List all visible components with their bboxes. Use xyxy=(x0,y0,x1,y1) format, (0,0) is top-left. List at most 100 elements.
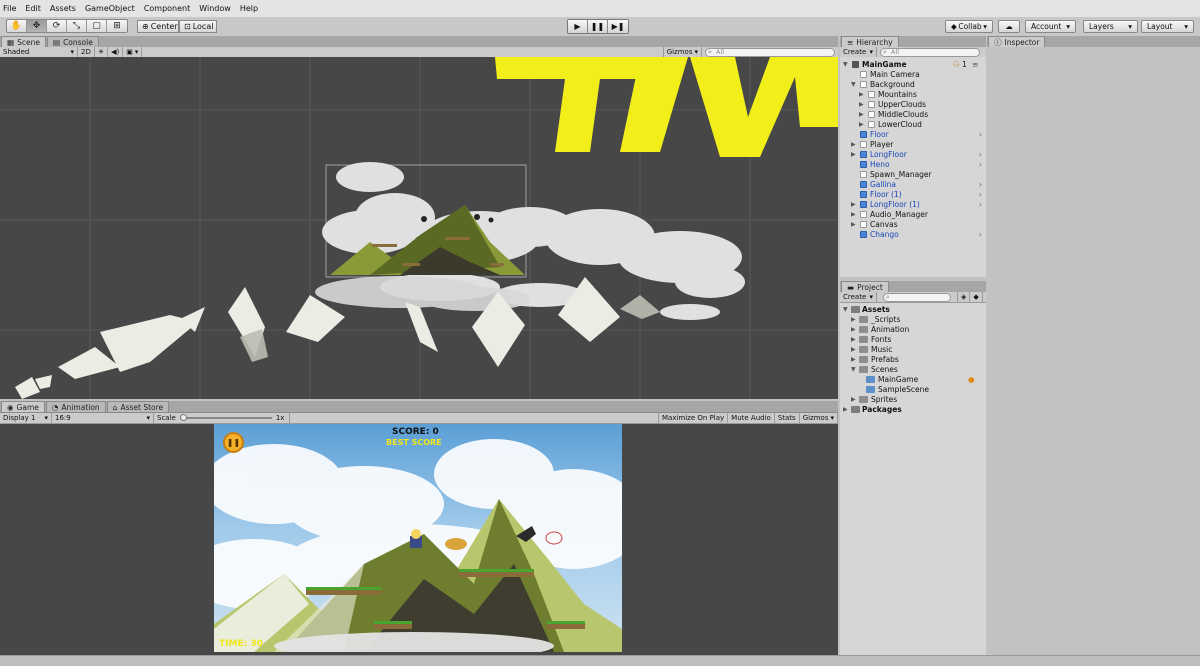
expand-arrow-icon[interactable]: ▶ xyxy=(851,141,856,148)
chevron-right-icon[interactable]: › xyxy=(979,200,982,209)
collab-button[interactable]: ◆ Collab ▾ xyxy=(945,20,993,33)
expand-arrow-icon[interactable]: ▼ xyxy=(843,306,848,313)
filter-label-button[interactable]: ◆ xyxy=(970,292,983,302)
expand-arrow-icon[interactable]: ▼ xyxy=(851,366,856,373)
rect-tool-icon[interactable]: ▢ xyxy=(87,20,107,32)
expand-arrow-icon[interactable]: ▶ xyxy=(851,396,856,403)
pause-icon[interactable]: ❚❚ xyxy=(588,20,608,33)
audio-toggle[interactable]: ◀) xyxy=(108,47,124,57)
scale-slider-handle[interactable] xyxy=(179,414,187,421)
tab-console[interactable]: ▤ Console xyxy=(46,36,99,47)
rotate-icon[interactable]: ⟳ xyxy=(47,20,67,32)
tab-asset-store[interactable]: ⌂ Asset Store xyxy=(106,401,170,412)
expand-arrow-icon[interactable]: ▶ xyxy=(851,356,856,363)
aspect-dropdown[interactable]: 16:9 ▾ xyxy=(52,413,154,423)
hand-icon[interactable]: ✋ xyxy=(7,20,27,32)
project-create-button[interactable]: Create ▾ xyxy=(840,292,877,302)
expand-arrow-icon[interactable]: ▶ xyxy=(851,336,856,343)
hierarchy-item[interactable]: ▶ Audio_Manager xyxy=(840,209,986,219)
chevron-right-icon[interactable]: › xyxy=(979,130,982,139)
project-root-assets[interactable]: ▼ Assets xyxy=(840,305,986,315)
project-item[interactable]: ▶ Fonts xyxy=(840,335,986,345)
shading-dropdown[interactable]: Shaded ▾ xyxy=(0,47,78,57)
chevron-right-icon[interactable]: › xyxy=(979,150,982,159)
cloud-button[interactable]: ☁ xyxy=(998,20,1020,33)
expand-arrow-icon[interactable]: ▶ xyxy=(859,101,864,108)
scale-slider[interactable] xyxy=(179,414,272,421)
game-viewport[interactable]: ❚❚ SCORE: 0 BEST SCORE TIME: 30 xyxy=(214,424,622,652)
layout-button[interactable]: Layout ▾ xyxy=(1141,20,1194,33)
pivot-local-button[interactable]: ⊡ Local xyxy=(179,20,217,33)
expand-arrow-icon[interactable]: ▶ xyxy=(851,316,856,323)
expand-arrow-icon[interactable]: ▶ xyxy=(851,346,856,353)
project-item[interactable]: SampleScene xyxy=(840,385,986,395)
expand-arrow-icon[interactable]: ▼ xyxy=(851,81,856,88)
hierarchy-search-input[interactable]: All xyxy=(880,47,980,57)
project-item[interactable]: ▼ Scenes xyxy=(840,365,986,375)
layers-button[interactable]: Layers ▾ xyxy=(1083,20,1138,33)
project-item[interactable]: ▶ Animation xyxy=(840,325,986,335)
menu-edit[interactable]: Edit xyxy=(25,4,41,13)
hierarchy-item[interactable]: Spawn_Manager xyxy=(840,169,986,179)
project-search-input[interactable] xyxy=(883,292,951,302)
menu-window[interactable]: Window xyxy=(199,4,231,13)
hierarchy-item[interactable]: Gallina › xyxy=(840,179,986,189)
project-item[interactable]: MainGame ● xyxy=(840,375,986,385)
tab-scene[interactable]: ▦ Scene xyxy=(1,36,46,47)
expand-arrow-icon[interactable]: ▶ xyxy=(859,121,864,128)
expand-arrow-icon[interactable]: ▶ xyxy=(859,111,864,118)
hierarchy-create-button[interactable]: Create ▾ xyxy=(840,47,877,57)
lighting-toggle[interactable]: ☀ xyxy=(95,47,109,57)
hierarchy-item[interactable]: Heno › xyxy=(840,159,986,169)
chevron-right-icon[interactable]: › xyxy=(979,180,982,189)
tab-inspector[interactable]: ⓘ Inspector xyxy=(988,36,1046,47)
scene-search-input[interactable]: All xyxy=(705,47,835,57)
tab-animation[interactable]: ◔ Animation xyxy=(45,401,106,412)
pause-button[interactable]: ❚❚ xyxy=(223,432,244,453)
effects-dropdown[interactable]: ▣ ▾ xyxy=(123,47,143,57)
expand-arrow-icon[interactable]: ▶ xyxy=(851,201,856,208)
menu-file[interactable]: File xyxy=(3,4,16,13)
chevron-right-icon[interactable]: › xyxy=(979,160,982,169)
project-item[interactable]: ▶ Music xyxy=(840,345,986,355)
maximize-on-play-toggle[interactable]: Maximize On Play xyxy=(658,413,729,423)
tab-project[interactable]: ▬ Project xyxy=(841,281,889,292)
gizmos-dropdown[interactable]: Gizmos ▾ xyxy=(662,47,702,57)
hierarchy-item[interactable]: ▶ Canvas xyxy=(840,219,986,229)
project-item[interactable]: ▶ Sprites xyxy=(840,395,986,405)
hierarchy-item[interactable]: ▶ LongFloor › xyxy=(840,149,986,159)
filter-type-button[interactable]: ◈ xyxy=(957,292,971,302)
menu-gameobject[interactable]: GameObject xyxy=(85,4,135,13)
mute-audio-toggle[interactable]: Mute Audio xyxy=(728,413,775,423)
hierarchy-root[interactable]: ▼ MainGame ⚇ 1 ≡ xyxy=(840,59,986,69)
hierarchy-item[interactable]: Floor › xyxy=(840,129,986,139)
scene-view[interactable] xyxy=(0,57,838,399)
hierarchy-item[interactable]: ▶ Player xyxy=(840,139,986,149)
scale-icon[interactable]: ⤡ xyxy=(67,20,87,32)
hierarchy-item[interactable]: ▼ Background xyxy=(840,79,986,89)
hierarchy-item[interactable]: ▶ UpperClouds xyxy=(840,99,986,109)
menu-lines-icon[interactable]: ≡ xyxy=(972,60,978,69)
transform-icon[interactable]: ⊞ xyxy=(107,20,127,32)
stats-toggle[interactable]: Stats xyxy=(775,413,800,423)
hierarchy-item[interactable]: Chango › xyxy=(840,229,986,239)
hierarchy-item[interactable]: Floor (1) › xyxy=(840,189,986,199)
expand-arrow-icon[interactable]: ▼ xyxy=(843,61,848,68)
display-dropdown[interactable]: Display 1 ▾ xyxy=(0,413,52,423)
menu-assets[interactable]: Assets xyxy=(50,4,76,13)
hierarchy-item[interactable]: Main Camera xyxy=(840,69,986,79)
play-icon[interactable]: ▶ xyxy=(568,20,588,33)
hierarchy-item[interactable]: ▶ MiddleClouds xyxy=(840,109,986,119)
expand-arrow-icon[interactable]: ▶ xyxy=(851,211,856,218)
project-item[interactable]: ▶ _Scripts xyxy=(840,315,986,325)
hierarchy-item[interactable]: ▶ LowerCloud xyxy=(840,119,986,129)
chevron-right-icon[interactable]: › xyxy=(979,230,982,239)
mode-2d-toggle[interactable]: 2D xyxy=(78,47,95,57)
hierarchy-item[interactable]: ▶ Mountains xyxy=(840,89,986,99)
menu-help[interactable]: Help xyxy=(240,4,258,13)
expand-arrow-icon[interactable]: ▶ xyxy=(851,151,856,158)
chevron-right-icon[interactable]: › xyxy=(979,190,982,199)
step-icon[interactable]: ▶❚ xyxy=(608,20,628,33)
account-button[interactable]: Account ▾ xyxy=(1025,20,1076,33)
tab-game[interactable]: ◉ Game xyxy=(1,401,45,412)
